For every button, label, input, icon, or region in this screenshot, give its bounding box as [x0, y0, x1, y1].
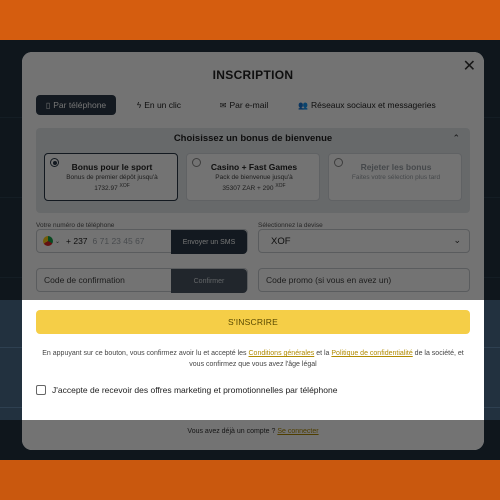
bonus-panel: Choisissez un bonus de bienvenue ⌃ Bonus… — [36, 128, 470, 213]
cameroon-flag-icon[interactable] — [43, 236, 53, 246]
login-prompt: Vous avez déjà un compte ? Se connecter — [187, 428, 319, 435]
tab-label: Par e-mail — [229, 100, 269, 110]
chevron-down-icon: ⌄ — [453, 235, 461, 245]
marketing-consent[interactable]: J'accepte de recevoir des offres marketi… — [36, 385, 337, 395]
bonus-option-casino[interactable]: Casino + Fast Games Pack de bienvenue ju… — [186, 153, 320, 201]
modal-title: INSCRIPTION — [212, 68, 294, 82]
bonus-title: Bonus pour le sport — [71, 162, 153, 172]
bonus-title: Casino + Fast Games — [210, 162, 298, 172]
site-header-bar — [0, 0, 500, 40]
tab-one-click[interactable]: ϟ En un clic — [122, 95, 196, 115]
users-icon: 👥 — [298, 100, 308, 110]
phone-icon: ▯ — [45, 100, 51, 110]
chevron-up-icon[interactable]: ⌃ — [452, 133, 460, 144]
register-button[interactable]: S'INSCRIRE — [36, 310, 470, 334]
currency-label: Sélectionnez la devise — [258, 222, 323, 229]
bonus-description: Bonus de premier dépôt jusqu'à 1732.97 X… — [66, 174, 158, 193]
confirm-button[interactable]: Confirmer — [171, 269, 247, 293]
login-link[interactable]: Se connecter — [277, 428, 318, 435]
bonus-description: Faites votre sélection plus tard — [351, 174, 441, 181]
tab-social[interactable]: 👥 Réseaux sociaux et messageries — [290, 95, 444, 115]
bonus-title: Rejeter les bonus — [360, 162, 432, 172]
envelope-icon: ✉ — [219, 100, 227, 110]
confirmation-code-field[interactable]: Code de confirmation Confirmer — [36, 268, 248, 293]
tab-label: En un clic — [144, 100, 182, 110]
bonus-option-reject[interactable]: Rejeter les bonus Faites votre sélection… — [328, 153, 462, 201]
phone-input[interactable]: 6 71 23 45 67 — [93, 236, 145, 246]
promo-code-field[interactable]: Code promo (si vous en avez un) — [258, 268, 470, 292]
marketing-checkbox[interactable] — [36, 385, 46, 395]
bonus-description: Pack de bienvenue jusqu'à 35307 ZAR + 29… — [215, 174, 293, 193]
phone-label: Votre numéro de téléphone — [36, 222, 115, 229]
currency-select[interactable]: XOF ⌄ — [258, 229, 470, 253]
registration-tabs: ▯ Par téléphone ϟ En un clic ✉ Par e-mai… — [36, 95, 470, 115]
tab-label: Réseaux sociaux et messageries — [310, 100, 436, 110]
tab-phone[interactable]: ▯ Par téléphone — [36, 95, 116, 115]
dim-overlay — [22, 420, 484, 450]
marketing-label: J'accepte de recevoir des offres marketi… — [52, 385, 338, 395]
bonus-heading: Choisissez un bonus de bienvenue — [173, 133, 333, 144]
promo-code-input[interactable]: Code promo (si vous en avez un) — [266, 275, 391, 285]
tab-label: Par téléphone — [53, 100, 107, 110]
send-sms-button[interactable]: Envoyer un SMS — [171, 230, 247, 254]
lightning-icon: ϟ — [136, 100, 142, 110]
tab-email[interactable]: ✉ Par e-mail — [204, 95, 284, 115]
phone-field[interactable]: ⌄ + 237 6 71 23 45 67 Envoyer un SMS — [36, 229, 248, 254]
privacy-link[interactable]: Politique de confidentialité — [331, 350, 412, 357]
confirmation-code-input[interactable]: Code de confirmation — [44, 275, 125, 285]
phone-prefix: + 237 — [66, 236, 88, 246]
chevron-down-icon[interactable]: ⌄ — [55, 238, 60, 245]
terms-link[interactable]: Conditions générales — [249, 350, 315, 357]
terms-text: En appuyant sur ce bouton, vous confirme… — [42, 350, 464, 368]
currency-value: XOF — [271, 236, 291, 247]
bonus-option-sport[interactable]: Bonus pour le sport Bonus de premier dép… — [44, 153, 178, 201]
registration-modal: ✕ INSCRIPTION ▯ Par téléphone ϟ En un cl… — [22, 52, 484, 450]
site-footer-bar — [0, 460, 500, 500]
